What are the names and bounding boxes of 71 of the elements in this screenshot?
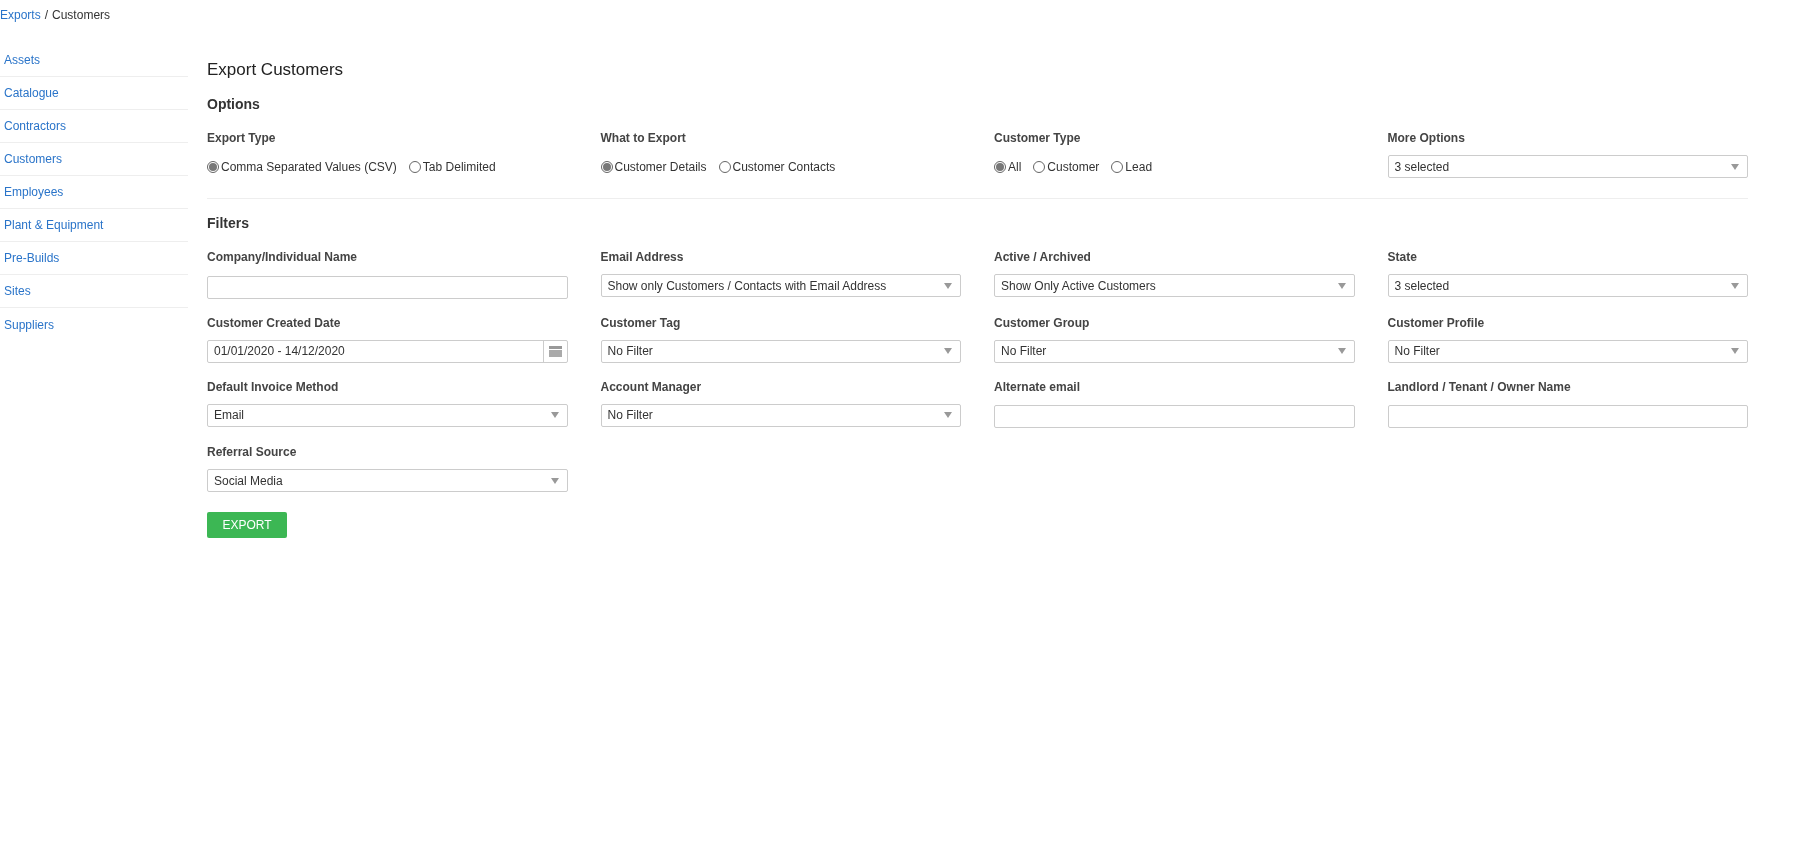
- caret-icon: [1337, 348, 1346, 354]
- radio-button[interactable]: [207, 160, 219, 173]
- caret-icon: [944, 348, 952, 354]
- field-label: Export Type: [207, 131, 277, 146]
- select-dropdown[interactable]: Show only Customers / Contacts with Email Address: [600, 274, 961, 297]
- breadcrumb-separator: /: [44, 7, 49, 24]
- input-field[interactable]: [994, 405, 1355, 428]
- radio-button[interactable]: [600, 160, 613, 173]
- field-label: Referral Source: [207, 445, 298, 460]
- radio-button[interactable]: [1033, 160, 1046, 173]
- caret-icon: [944, 412, 952, 418]
- sidebar-link[interactable]: Sites: [4, 282, 31, 300]
- field-label: What to Export: [600, 131, 687, 146]
- select-dropdown[interactable]: Email: [207, 403, 568, 427]
- caret-icon: [1731, 282, 1739, 289]
- field-label: Company/Individual Name: [207, 250, 359, 265]
- radio-button[interactable]: [1111, 160, 1124, 173]
- select-dropdown[interactable]: 3 selected: [1387, 274, 1748, 297]
- caret-icon: [1731, 163, 1739, 170]
- field-label: Landlord / Tenant / Owner Name: [1387, 379, 1572, 395]
- radio-option[interactable]: Customer Contacts: [718, 157, 836, 176]
- field-label: Customer Created Date: [207, 315, 342, 331]
- caret-icon: [550, 412, 559, 418]
- field-label: More Options: [1387, 131, 1466, 146]
- radio-button[interactable]: [408, 160, 421, 173]
- radio-option[interactable]: Comma Separated Values (CSV): [207, 157, 397, 176]
- field-label: Email Address: [600, 250, 685, 265]
- sidebar-link[interactable]: Suppliers: [4, 315, 55, 334]
- radio-button[interactable]: [718, 160, 731, 173]
- radio-option[interactable]: Customer Details: [600, 157, 707, 176]
- caret-icon: [1337, 282, 1346, 289]
- date-range-field[interactable]: 01/01/2020 - 14/12/2020: [207, 339, 568, 363]
- field-label: Customer Tag: [600, 315, 682, 331]
- sidebar-link[interactable]: Plant & Equipment: [4, 216, 104, 234]
- caret-icon: [550, 477, 559, 484]
- sidebar-link[interactable]: Catalogue: [4, 84, 59, 102]
- page-title: Export Customers: [207, 60, 345, 80]
- caret-icon: [1731, 348, 1739, 354]
- section-heading: Filters: [207, 214, 250, 233]
- sidebar-link[interactable]: Assets: [4, 51, 40, 69]
- breadcrumb-link[interactable]: Exports: [0, 6, 41, 24]
- radio-button[interactable]: [994, 160, 1006, 173]
- select-dropdown[interactable]: Social Media: [207, 469, 568, 492]
- field-label: Active / Archived: [994, 250, 1092, 265]
- sidebar-link[interactable]: Customers: [4, 150, 62, 168]
- field-label: Customer Type: [994, 131, 1082, 146]
- section-heading: Options: [207, 95, 261, 114]
- radio-option[interactable]: Customer: [1033, 157, 1100, 176]
- select-dropdown[interactable]: No Filter: [600, 403, 961, 427]
- field-label: Default Invoice Method: [207, 379, 340, 395]
- radio-option[interactable]: All: [994, 157, 1022, 176]
- field-label: Alternate email: [994, 379, 1082, 395]
- field-label: Customer Group: [994, 315, 1091, 331]
- field-label: Account Manager: [600, 379, 703, 395]
- select-dropdown[interactable]: No Filter: [600, 339, 961, 363]
- breadcrumb-current: Customers: [52, 7, 111, 24]
- sidebar-link[interactable]: Employees: [4, 183, 64, 201]
- sidebar-link[interactable]: Pre-Builds: [4, 249, 60, 267]
- radio-option[interactable]: Tab Delimited: [408, 157, 496, 176]
- sidebar-link[interactable]: Contractors: [4, 117, 67, 135]
- select-dropdown[interactable]: Show Only Active Customers: [994, 274, 1355, 297]
- field-label: State: [1387, 250, 1418, 265]
- select-dropdown[interactable]: No Filter: [1387, 339, 1748, 363]
- caret-icon: [944, 282, 952, 289]
- select-dropdown[interactable]: No Filter: [994, 339, 1355, 363]
- field-label: Customer Profile: [1387, 315, 1486, 331]
- radio-option[interactable]: Lead: [1111, 157, 1153, 176]
- input-field[interactable]: [207, 275, 568, 299]
- select-dropdown[interactable]: 3 selected: [1387, 155, 1748, 178]
- input-field[interactable]: [1387, 405, 1748, 428]
- calendar-icon: [548, 345, 562, 357]
